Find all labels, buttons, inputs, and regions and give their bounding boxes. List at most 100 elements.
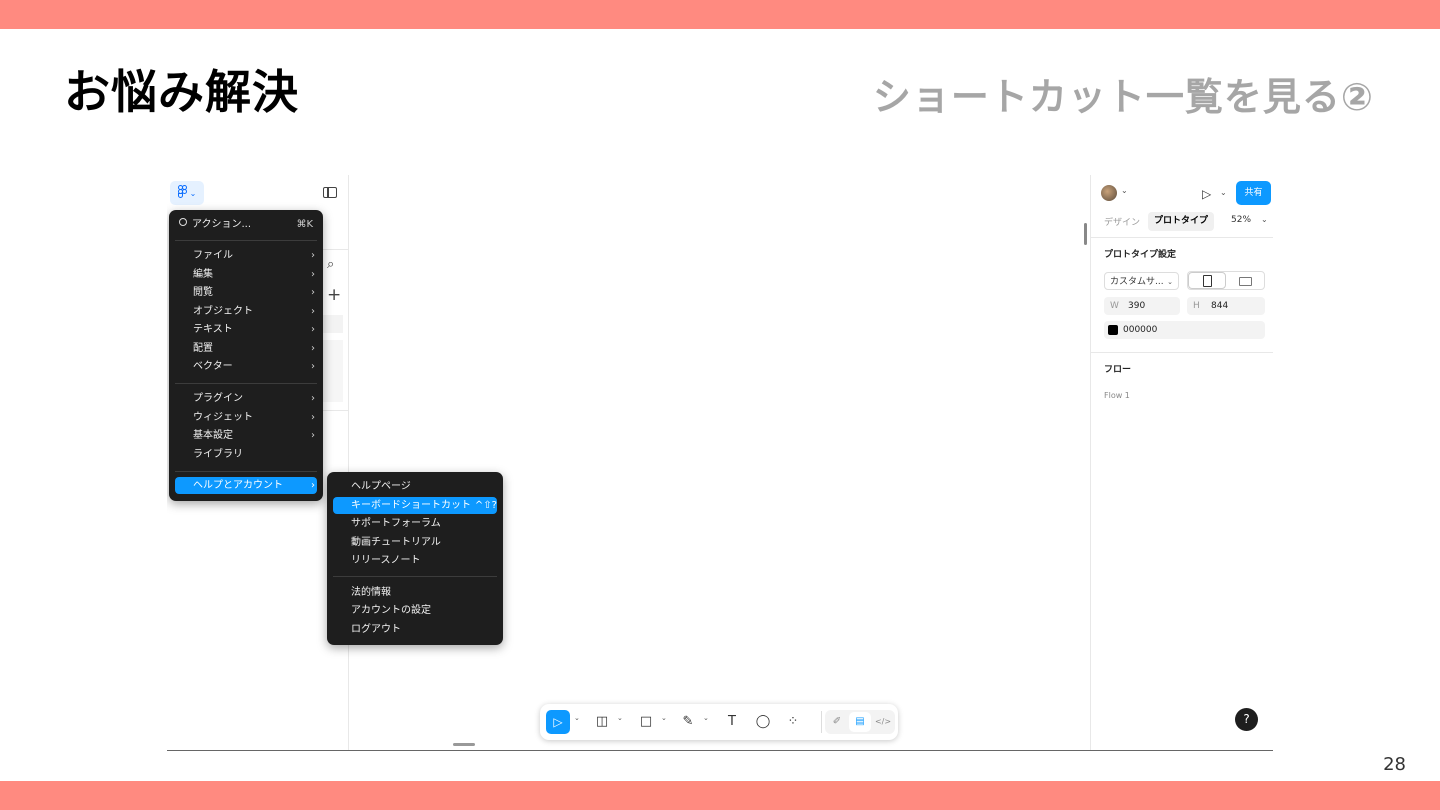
menu-separator (175, 383, 317, 384)
menu-item-object[interactable]: オブジェクト › (193, 303, 315, 320)
chevron-right-icon: › (311, 430, 315, 441)
chevron-right-icon: › (311, 269, 315, 280)
move-tool-icon[interactable]: ▷ (546, 710, 570, 734)
menu-item-view[interactable]: 閲覧 › (193, 284, 315, 301)
submenu-item-keyboard-shortcuts[interactable]: キーボードショートカット ^⇧? (351, 497, 497, 514)
actions-tool-icon[interactable]: ⁘ (783, 713, 803, 731)
search-icon[interactable]: ⌕ (327, 257, 334, 272)
menu-item-edit[interactable]: 編集 › (193, 266, 315, 283)
chevron-right-icon: › (311, 324, 315, 335)
menu-item-vector[interactable]: ベクター › (193, 358, 315, 375)
figma-icon (177, 185, 187, 201)
page-number: 28 (1383, 754, 1406, 775)
figma-screenshot: ⌄ ⌕ + アクション... ⌘K ファイル › 編集 › 閲覧 › オブジェクト › … (167, 175, 1273, 751)
flow-item[interactable]: Flow 1 (1104, 391, 1130, 400)
menu-item-text[interactable]: テキスト › (193, 321, 315, 338)
chevron-down-icon[interactable]: ⌄ (574, 714, 580, 722)
canvas-scrollbar[interactable] (1084, 223, 1087, 245)
actions-search[interactable]: アクション... ⌘K (179, 216, 313, 233)
chevron-down-icon: ⌄ (189, 188, 197, 198)
submenu-item-support-forum[interactable]: サポートフォーラム (351, 515, 497, 532)
mode-switcher: ✐ ▤ </> (825, 710, 895, 734)
resize-handle[interactable] (453, 743, 475, 746)
menu-item-widgets[interactable]: ウィジェット › (193, 409, 315, 426)
chevron-down-icon[interactable]: ⌄ (661, 714, 667, 722)
landscape-icon[interactable] (1239, 277, 1252, 286)
chevron-down-icon[interactable]: ⌄ (1121, 186, 1128, 195)
background-color-field[interactable]: 000000 (1104, 321, 1265, 339)
top-accent-band (0, 0, 1440, 29)
submenu-item-release-notes[interactable]: リリースノート (351, 552, 497, 569)
text-tool-icon[interactable]: T (722, 713, 742, 731)
bottom-toolbar: ▷ ⌄ ◫ ⌄ □ ⌄ ✎ ⌄ T ◯ ⁘ ✐ ▤ </> (540, 704, 898, 740)
device-preset-select[interactable]: カスタムサ... ⌄ (1104, 272, 1179, 290)
toolbar-divider (821, 711, 822, 733)
actions-search-label: アクション... (192, 219, 252, 230)
height-value: 844 (1211, 301, 1229, 311)
menu-item-file[interactable]: ファイル › (193, 247, 315, 264)
menu-separator (333, 576, 497, 577)
divider (1091, 237, 1273, 238)
shortcut-label: ^⇧? (474, 500, 497, 511)
draw-mode-icon[interactable]: ✐ (827, 713, 847, 731)
share-button[interactable]: 共有 (1236, 181, 1271, 205)
submenu-item-legal[interactable]: 法的情報 (351, 584, 497, 601)
design-mode-icon[interactable]: ▤ (850, 713, 870, 731)
height-field[interactable]: H 844 (1187, 297, 1265, 315)
menu-item-preferences[interactable]: 基本設定 › (193, 427, 315, 444)
chevron-right-icon: › (311, 343, 315, 354)
orientation-toggle (1187, 271, 1265, 290)
shortcut-label: ⌘K (296, 219, 313, 230)
rectangle-tool-icon[interactable]: □ (636, 713, 656, 731)
portrait-icon[interactable] (1203, 275, 1212, 287)
submenu-item-help-page[interactable]: ヘルプページ (351, 478, 497, 495)
toggle-panel-icon[interactable] (323, 187, 337, 198)
menu-item-plugins[interactable]: プラグイン › (193, 390, 315, 407)
chevron-right-icon: › (311, 250, 315, 261)
main-menu: アクション... ⌘K ファイル › 編集 › 閲覧 › オブジェクト › テキスト › … (169, 210, 323, 501)
pen-tool-icon[interactable]: ✎ (678, 713, 698, 731)
chevron-down-icon[interactable]: ⌄ (1261, 215, 1268, 224)
main-menu-button[interactable]: ⌄ (170, 181, 204, 205)
add-page-icon[interactable]: + (327, 285, 341, 305)
bottom-accent-band (0, 781, 1440, 810)
help-button[interactable]: ? (1235, 708, 1258, 731)
submenu-item-video-tutorials[interactable]: 動画チュートリアル (351, 534, 497, 551)
dev-mode-icon[interactable]: </> (872, 713, 894, 731)
present-play-icon[interactable]: ▷ (1202, 187, 1211, 201)
width-value: 390 (1128, 301, 1146, 311)
width-label: W (1110, 301, 1119, 311)
chevron-right-icon: › (311, 412, 315, 423)
chevron-right-icon: › (311, 287, 315, 298)
chevron-right-icon: › (311, 480, 315, 491)
tab-prototype[interactable]: プロトタイプ (1148, 212, 1215, 231)
divider (1091, 352, 1273, 353)
chevron-down-icon[interactable]: ⌄ (617, 714, 623, 722)
slide-title: お悩み解決 (64, 65, 299, 119)
width-field[interactable]: W 390 (1104, 297, 1180, 315)
menu-item-arrange[interactable]: 配置 › (193, 340, 315, 357)
menu-separator (175, 471, 317, 472)
chevron-right-icon: › (311, 393, 315, 404)
tab-design[interactable]: デザイン (1104, 215, 1140, 228)
left-sidebar: ⌄ ⌕ + アクション... ⌘K ファイル › 編集 › 閲覧 › オブジェクト › … (167, 175, 349, 751)
chevron-down-icon: ⌄ (1167, 278, 1173, 286)
menu-item-libraries[interactable]: ライブラリ (193, 446, 315, 463)
submenu-item-account-settings[interactable]: アカウントの設定 (351, 602, 497, 619)
submenu-item-logout[interactable]: ログアウト (351, 621, 497, 638)
search-icon (179, 218, 187, 226)
chevron-down-icon[interactable]: ⌄ (703, 714, 709, 722)
section-title-prototype-settings: プロトタイプ設定 (1104, 250, 1177, 260)
zoom-level[interactable]: 52% (1231, 215, 1251, 225)
comment-tool-icon[interactable]: ◯ (753, 713, 773, 731)
chevron-down-icon[interactable]: ⌄ (1220, 188, 1227, 197)
right-sidebar: ⌄ ▷ ⌄ 共有 デザイン プロトタイプ 52% ⌄ プロトタイプ設定 カスタム… (1090, 175, 1273, 751)
help-submenu: ヘルプページ キーボードショートカット ^⇧? サポートフォーラム 動画チュート… (327, 472, 503, 645)
frame-tool-icon[interactable]: ◫ (592, 713, 612, 731)
device-preset-label: カスタムサ... (1110, 277, 1164, 287)
color-swatch[interactable] (1108, 325, 1118, 335)
menu-item-help-account[interactable]: ヘルプとアカウント › (193, 477, 315, 494)
avatar[interactable] (1101, 185, 1117, 201)
screenshot-bottom-border (167, 750, 1273, 751)
chevron-right-icon: › (311, 361, 315, 372)
